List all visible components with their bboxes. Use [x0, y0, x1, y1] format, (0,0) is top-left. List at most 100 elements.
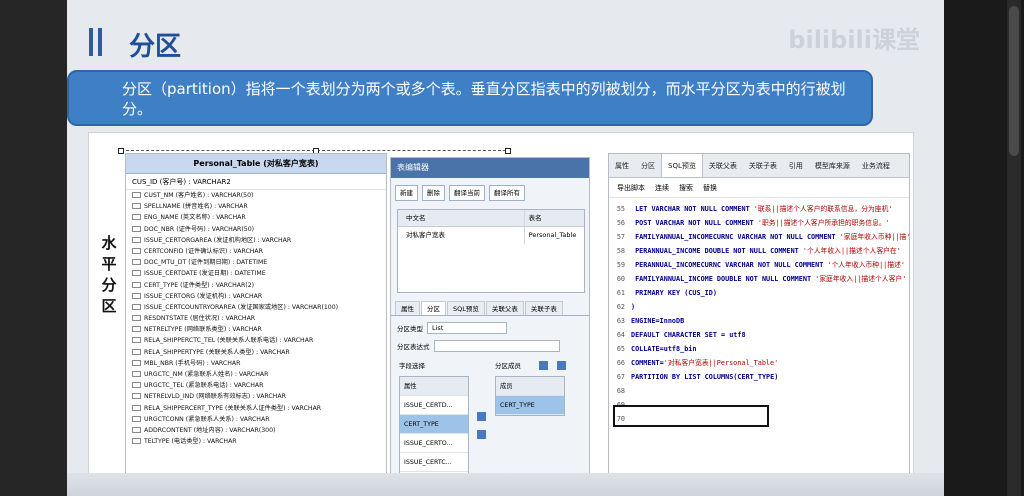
table-field[interactable]: ISSUE_CERTCOUNTRYORAREA (发证国家或地区) : VARC…: [126, 302, 386, 313]
list-item[interactable]: ISSUE_CERTO...: [400, 434, 468, 453]
table-field[interactable]: RELA_SHIPPERCTC_TEL (关联关系人联系电话) : VARCHA…: [126, 335, 386, 346]
sql-tab[interactable]: 业务流程: [856, 154, 896, 177]
table-field[interactable]: ISSUE_CERTORG (发证机构) : VARCHAR: [126, 291, 386, 302]
code-line: 56 POST VARCHAR NOT NULL COMMENT '职务||描述…: [616, 219, 890, 227]
sql-code: 55 LET VARCHAR NOT NULL COMMENT '联系||描述个…: [609, 202, 910, 426]
table-field[interactable]: RELA_SHIPPERCERT_TYPE (关联关系人证件类型) : VARC…: [126, 403, 386, 414]
table-field[interactable]: ISSUE_CERTORGAREA (发证机构地区) : VARCHAR: [126, 235, 386, 246]
code-line: 65 COLLATE=utf8_bin: [616, 345, 697, 353]
grid-header: 中文名 表名: [398, 210, 584, 227]
table-field[interactable]: CERT_TYPE (证件类型) : VARCHAR(2): [126, 280, 386, 291]
list-item[interactable]: 属性: [400, 377, 468, 396]
table-entity-panel: Personal_Table (对私客户宽表) CUS_ID (客户号) : V…: [125, 153, 387, 487]
sql-tab[interactable]: SQL预览: [661, 154, 703, 177]
table-field[interactable]: CERTCONFID (证件确认标识) : VARCHAR: [126, 246, 386, 257]
list-item[interactable]: CERT_TYPE: [400, 415, 468, 434]
editor-toolbar: 新建 删除 翻译当前 翻译所有: [391, 178, 589, 201]
code-line: 61 PRIMARY KEY (CUS_ID): [616, 289, 717, 297]
sql-tab[interactable]: 关联父表: [703, 154, 743, 177]
sql-tab[interactable]: 分区: [635, 154, 661, 177]
bilibili-watermark: bilibili课堂: [788, 26, 920, 54]
table-field[interactable]: MBL_NBR (手机号码) : VARCHAR: [126, 358, 386, 369]
grid-row[interactable]: 对私客户宽表 Personal_Table: [398, 227, 584, 244]
field-list: CUST_NM (客户姓名) : VARCHAR(50) SPELLNAME (拼…: [126, 190, 386, 447]
partition-expr-input[interactable]: [433, 340, 560, 352]
table-field[interactable]: RELA_SHIPPERTYPE (关联关系人类型) : VARCHAR: [126, 347, 386, 358]
add-arrow-icon[interactable]: [477, 412, 486, 421]
list-item[interactable]: ISSUE_CERTD...: [400, 396, 468, 415]
list-item[interactable]: 成员: [496, 377, 564, 396]
table-field[interactable]: TELTYPE (电话类型) : VARCHAR: [126, 436, 386, 447]
move-down-icon[interactable]: [557, 361, 566, 370]
tab-partition[interactable]: 分区: [421, 301, 446, 315]
member-list[interactable]: 成员 CERT_TYPE: [495, 376, 565, 416]
replace-button[interactable]: 替换: [703, 178, 717, 197]
tab-child[interactable]: 关联子表: [524, 301, 563, 315]
title-accent: [89, 28, 102, 56]
editor-tabs: 属性 分区 SQL预览 关联父表 关联子表: [391, 301, 589, 316]
slide: 分区 bilibili课堂 分区（partition）指将一个表划分为两个或多个…: [67, 0, 944, 496]
sql-tab[interactable]: 关联子表: [743, 154, 783, 177]
handle-right[interactable]: [505, 148, 511, 154]
table-field[interactable]: DOC_NBR (证件号码) : VARCHAR(50): [126, 224, 386, 235]
table-field[interactable]: NETRELTYPE (网络联系类型) : VARCHAR: [126, 324, 386, 335]
handle-left[interactable]: [118, 148, 124, 154]
continue-button[interactable]: 连续: [655, 178, 669, 197]
code-line: 67 PARTITION BY LIST COLUMNS(CERT_TYPE): [616, 373, 779, 381]
export-script-button[interactable]: 导出脚本: [617, 178, 645, 197]
code-line: 59 PERANNUAL_INCOMECURNC VARCHAR NOT NUL…: [616, 261, 905, 269]
table-field[interactable]: URGCTC_NM (紧急联系人姓名) : VARCHAR: [126, 369, 386, 380]
code-line: 55 LET VARCHAR NOT NULL COMMENT '联系||描述个…: [616, 205, 893, 213]
code-line: 60 FAMILYANNUAL_INCOME DOUBLE NOT NULL C…: [616, 275, 907, 283]
partition-members: 字段选择 分区成员 属性 ISSUE_CERTD... CERT_TYPE ISSUE…: [391, 352, 589, 492]
remove-arrow-icon[interactable]: [477, 430, 486, 439]
new-button[interactable]: 新建: [395, 185, 418, 201]
sql-tab[interactable]: 属性: [609, 154, 635, 177]
search-button[interactable]: 搜索: [679, 178, 693, 197]
table-field[interactable]: NETRELVLD_IND (网络联系有效标志) : VARCHAR: [126, 391, 386, 402]
table-field[interactable]: DOC_MTU_DT (证件到期日期) : DATETIME: [126, 257, 386, 268]
sql-tabs: 属性 分区 SQL预览 关联父表 关联子表 引用 模型库来源 业务流程: [609, 154, 909, 178]
translate-current-button[interactable]: 翻译当前: [449, 185, 485, 201]
code-line: 57 FAMILYANNUAL_INCOMECURNC VARCHAR NOT …: [616, 233, 910, 241]
code-line: 58 PERANNUAL_INCOME DOUBLE NOT NULL COMM…: [616, 247, 901, 255]
code-line: 66 COMMENT='对私客户宽表||Personal_Table': [616, 359, 779, 367]
code-line: 64 DEFAULT CHARACTER SET = utf8: [616, 331, 746, 339]
table-field[interactable]: ADDRCONTENT (地址内容) : VARCHAR(300): [126, 425, 386, 436]
code-line: 62): [616, 303, 636, 311]
table-field[interactable]: ENG_NAME (英文名称) : VARCHAR: [126, 212, 386, 223]
player-bottom-bar: [67, 473, 944, 496]
table-field[interactable]: SPELLNAME (拼音姓名) : VARCHAR: [126, 201, 386, 212]
editor-title: 表编辑器: [391, 158, 589, 178]
side-label: 水平分区: [101, 234, 117, 315]
partition-type-select[interactable]: List: [427, 322, 507, 334]
table-field[interactable]: RESDNTSTATE (居住状况) : VARCHAR: [126, 313, 386, 324]
table-name: Personal_Table (对私客户宽表): [126, 154, 386, 174]
definition-callout: 分区（partition）指将一个表划分为两个或多个表。垂直分区指表中的列被划分…: [67, 70, 873, 126]
table-field[interactable]: ISSUE_CERTDATE (发证日期) : DATETIME: [126, 268, 386, 279]
sql-toolbar: 导出脚本 连续 搜索 替换: [609, 178, 909, 198]
left-dark-strip: [0, 0, 67, 496]
partition-type-row: 分区类型 List: [391, 316, 589, 334]
table-field[interactable]: URGCTCONN (紧急联系人关系) : VARCHAR: [126, 414, 386, 425]
table-field[interactable]: URGCTC_TEL (紧急联系电话) : VARCHAR: [126, 380, 386, 391]
tab-properties[interactable]: 属性: [395, 301, 420, 315]
move-up-icon[interactable]: [539, 361, 548, 370]
code-line: 63 ENGINE=InnoDB: [616, 317, 685, 325]
partition-expr-row: 分区表达式: [391, 334, 589, 352]
translate-all-button[interactable]: 翻译所有: [489, 185, 525, 201]
table-editor: 表编辑器 新建 删除 翻译当前 翻译所有 中文名 表名 对私客户宽表 Persona…: [390, 157, 590, 492]
content-area: 水平分区 Personal_Table (对私客户宽表) CUS_ID (客户号…: [88, 132, 914, 492]
sql-tab[interactable]: 引用: [783, 154, 809, 177]
sql-preview-panel: 属性 分区 SQL预览 关联父表 关联子表 引用 模型库来源 业务流程 导出脚本 连续 搜索 …: [608, 153, 910, 487]
tab-sql-preview[interactable]: SQL预览: [447, 301, 485, 315]
delete-button[interactable]: 删除: [422, 185, 445, 201]
list-item[interactable]: ISSUE_CERTC...: [400, 453, 468, 472]
list-item[interactable]: CERT_TYPE: [496, 396, 564, 415]
tab-parent[interactable]: 关联父表: [485, 301, 524, 315]
scroll-thumb[interactable]: [1009, 6, 1019, 156]
page-title: 分区: [129, 32, 182, 62]
table-grid: 中文名 表名 对私客户宽表 Personal_Table: [397, 209, 585, 293]
table-field[interactable]: CUST_NM (客户姓名) : VARCHAR(50): [126, 190, 386, 201]
sql-tab[interactable]: 模型库来源: [809, 154, 856, 177]
